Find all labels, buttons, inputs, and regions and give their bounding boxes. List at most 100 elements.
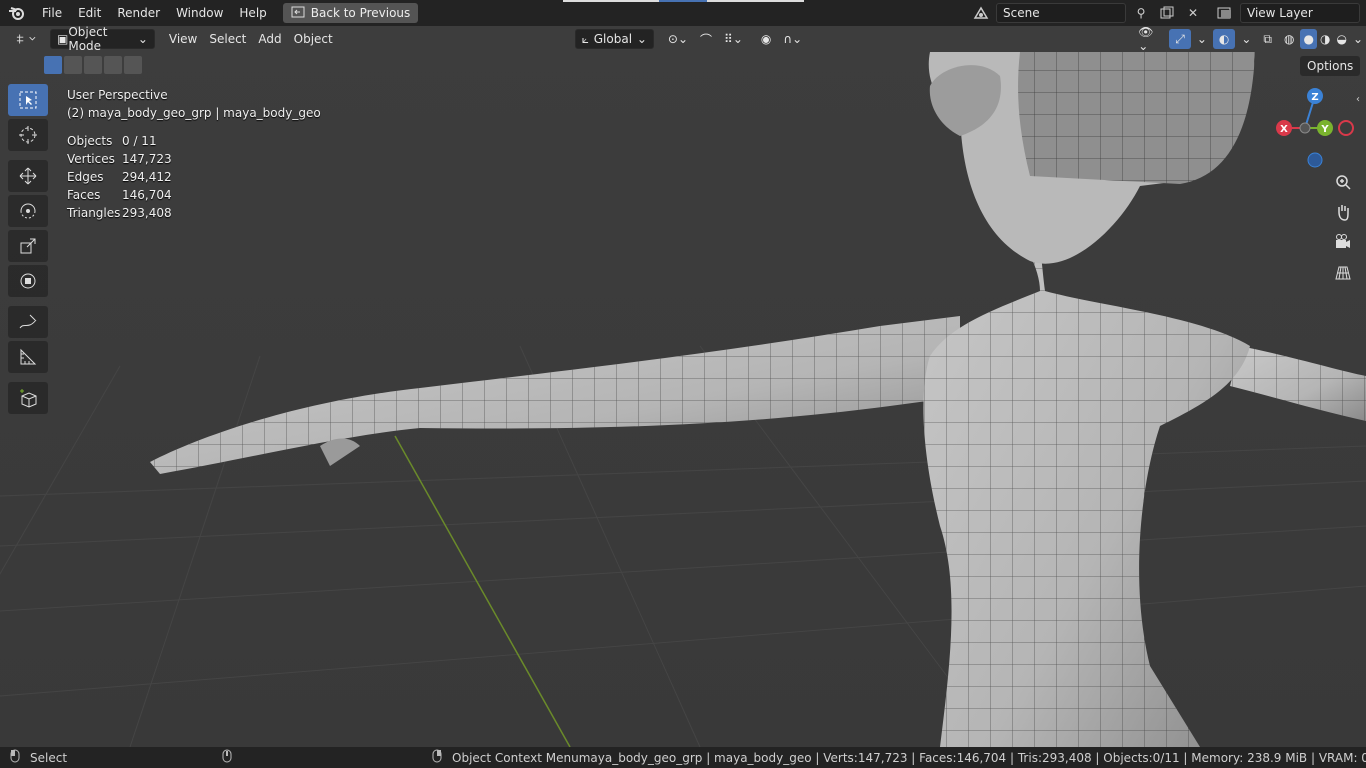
chevron-down-icon: ⌄ — [137, 32, 148, 46]
scene-statistics: Objects 0 / 11 Vertices 147,723 Edges 294,4… — [67, 132, 321, 222]
options-button[interactable]: Options — [1300, 56, 1361, 76]
workspace-tabs-strip — [563, 0, 804, 2]
proportional-editing-icon[interactable]: ◉ — [755, 29, 777, 49]
scene-name: Scene — [1003, 6, 1040, 20]
select-intersect-icon[interactable] — [124, 56, 142, 74]
rotate-tool-icon[interactable] — [8, 195, 48, 227]
select-box-tool-icon[interactable] — [8, 84, 48, 116]
tool-shelf — [8, 84, 50, 417]
status-scene-info: maya_body_geo_grp | maya_body_geo | Vert… — [578, 750, 1366, 765]
transform-orientation-label: Global — [593, 32, 633, 46]
snap-target-button[interactable]: ⠿⌄ — [718, 29, 749, 49]
gizmo-options-icon[interactable]: ⌄ — [1191, 29, 1213, 49]
transform-orientation-dropdown[interactable]: ⟀ Global ⌄ — [574, 29, 654, 49]
stat-row-triangles: Triangles 293,408 — [67, 204, 321, 222]
visibility-icon[interactable]: 👁⌄ — [1132, 26, 1169, 53]
overlay-toggle-icon[interactable]: ◐ — [1212, 29, 1236, 49]
orientation-icon: ⟀ — [581, 31, 589, 46]
gizmo-neg-z-axis[interactable] — [1307, 152, 1323, 168]
cursor-tool-icon[interactable] — [8, 119, 48, 151]
camera-view-icon[interactable] — [1331, 230, 1355, 254]
menu-file[interactable]: File — [34, 2, 70, 24]
stat-label: Triangles — [67, 206, 121, 220]
view-layer-type-icon[interactable] — [1214, 3, 1236, 23]
editor-type-button[interactable] — [10, 29, 42, 49]
new-scene-icon[interactable] — [1156, 3, 1178, 23]
mouse-middle-icon — [222, 749, 232, 766]
menu-edit[interactable]: Edit — [70, 2, 109, 24]
solid-shading-icon[interactable]: ● — [1300, 29, 1317, 49]
add-cube-tool-icon[interactable] — [8, 382, 48, 414]
stat-label: Edges — [67, 170, 104, 184]
menu-window[interactable]: Window — [168, 2, 231, 24]
menu-select[interactable]: Select — [203, 29, 252, 49]
back-to-previous-button[interactable]: Back to Previous — [282, 3, 419, 23]
active-object-path: (2) maya_body_geo_grp | maya_body_geo — [67, 106, 321, 120]
shading-options-icon[interactable]: ⌄ — [1350, 29, 1366, 49]
pivot-point-button[interactable]: ⊙⌄ — [662, 29, 694, 49]
gizmo-toggle-icon[interactable]: ⤢ — [1169, 29, 1191, 49]
stat-value: 0 / 11 — [122, 134, 157, 148]
object-mode-dropdown[interactable]: ▣ Object Mode ⌄ — [50, 26, 155, 53]
snap-toggle-icon[interactable]: ⌒ — [694, 29, 718, 49]
selection-mode-group — [44, 56, 142, 74]
object-mode-icon: ▣ — [57, 32, 69, 46]
mouse-right-icon — [432, 749, 442, 766]
status-select-hint: Select — [30, 750, 68, 765]
object-mode-label: Object Mode — [68, 26, 108, 53]
annotate-tool-icon[interactable] — [8, 306, 48, 338]
proportional-falloff-icon[interactable]: ∩⌄ — [777, 29, 808, 49]
select-subtract-icon[interactable] — [84, 56, 102, 74]
transform-tool-icon[interactable] — [8, 265, 48, 297]
stat-label: Vertices — [67, 152, 115, 166]
workspace-tab-active[interactable] — [659, 0, 707, 2]
menu-add[interactable]: Add — [252, 29, 287, 49]
pan-hand-icon[interactable] — [1331, 200, 1355, 224]
select-invert-icon[interactable] — [104, 56, 122, 74]
select-new-icon[interactable] — [44, 56, 62, 74]
view-layer-name: View Layer — [1247, 6, 1313, 20]
select-extend-icon[interactable] — [64, 56, 82, 74]
stat-label: Faces — [67, 188, 101, 202]
view-layer-field[interactable]: View Layer — [1240, 3, 1360, 23]
menu-object[interactable]: Object — [288, 29, 339, 49]
scene-type-icon[interactable] — [970, 3, 992, 23]
gizmo-z-label: Z — [1311, 92, 1318, 103]
sidebar-toggle-icon[interactable]: ‹ — [1356, 94, 1360, 105]
scene-name-field[interactable]: Scene — [996, 3, 1126, 23]
stat-value: 147,723 — [122, 152, 172, 166]
pin-icon[interactable]: ⚲ — [1130, 3, 1152, 23]
stat-value: 293,408 — [122, 206, 172, 220]
measure-tool-icon[interactable] — [8, 341, 48, 373]
mouse-left-icon — [10, 749, 20, 766]
move-tool-icon[interactable] — [8, 160, 48, 192]
scale-tool-icon[interactable] — [8, 230, 48, 262]
xray-toggle-icon[interactable]: ⧉ — [1257, 29, 1278, 49]
menu-view[interactable]: View — [163, 29, 203, 49]
gizmo-x-label: X — [1280, 124, 1288, 135]
viewport-header: ▣ Object Mode ⌄ View Select Add Object ⟀… — [0, 26, 1366, 53]
stat-value: 294,412 — [122, 170, 172, 184]
wireframe-shading-icon[interactable]: ◍ — [1278, 29, 1300, 49]
perspective-toggle-icon[interactable] — [1331, 261, 1355, 285]
menu-render[interactable]: Render — [109, 2, 168, 24]
overlay-options-icon[interactable]: ⌄ — [1235, 29, 1257, 49]
stat-row-faces: Faces 146,704 — [67, 186, 321, 204]
material-shading-icon[interactable]: ◑ — [1317, 29, 1333, 49]
stat-row-objects: Objects 0 / 11 — [67, 132, 321, 150]
gizmo-neg-x-axis[interactable] — [1338, 120, 1354, 136]
navigation-gizmo[interactable]: Z X Y — [1270, 84, 1366, 174]
blender-logo-icon[interactable] — [0, 0, 34, 26]
3d-viewport[interactable]: ▣ Object Mode ⌄ View Select Add Object ⟀… — [0, 26, 1366, 747]
scene-selector: Scene ⚲ ✕ View Layer ✕ — [970, 2, 1366, 24]
menu-help[interactable]: Help — [231, 2, 274, 24]
gizmo-neg-y-axis[interactable] — [1299, 122, 1311, 134]
zoom-icon[interactable] — [1331, 170, 1355, 194]
gizmo-y-label: Y — [1320, 124, 1329, 135]
view-name: User Perspective — [67, 88, 168, 102]
rendered-shading-icon[interactable]: ◒ — [1333, 29, 1349, 49]
chevron-down-icon: ⌄ — [636, 32, 647, 46]
viewport-info-overlay: User Perspective (2) maya_body_geo_grp |… — [67, 86, 321, 222]
stat-row-vertices: Vertices 147,723 — [67, 150, 321, 168]
delete-scene-icon[interactable]: ✕ — [1182, 3, 1204, 23]
